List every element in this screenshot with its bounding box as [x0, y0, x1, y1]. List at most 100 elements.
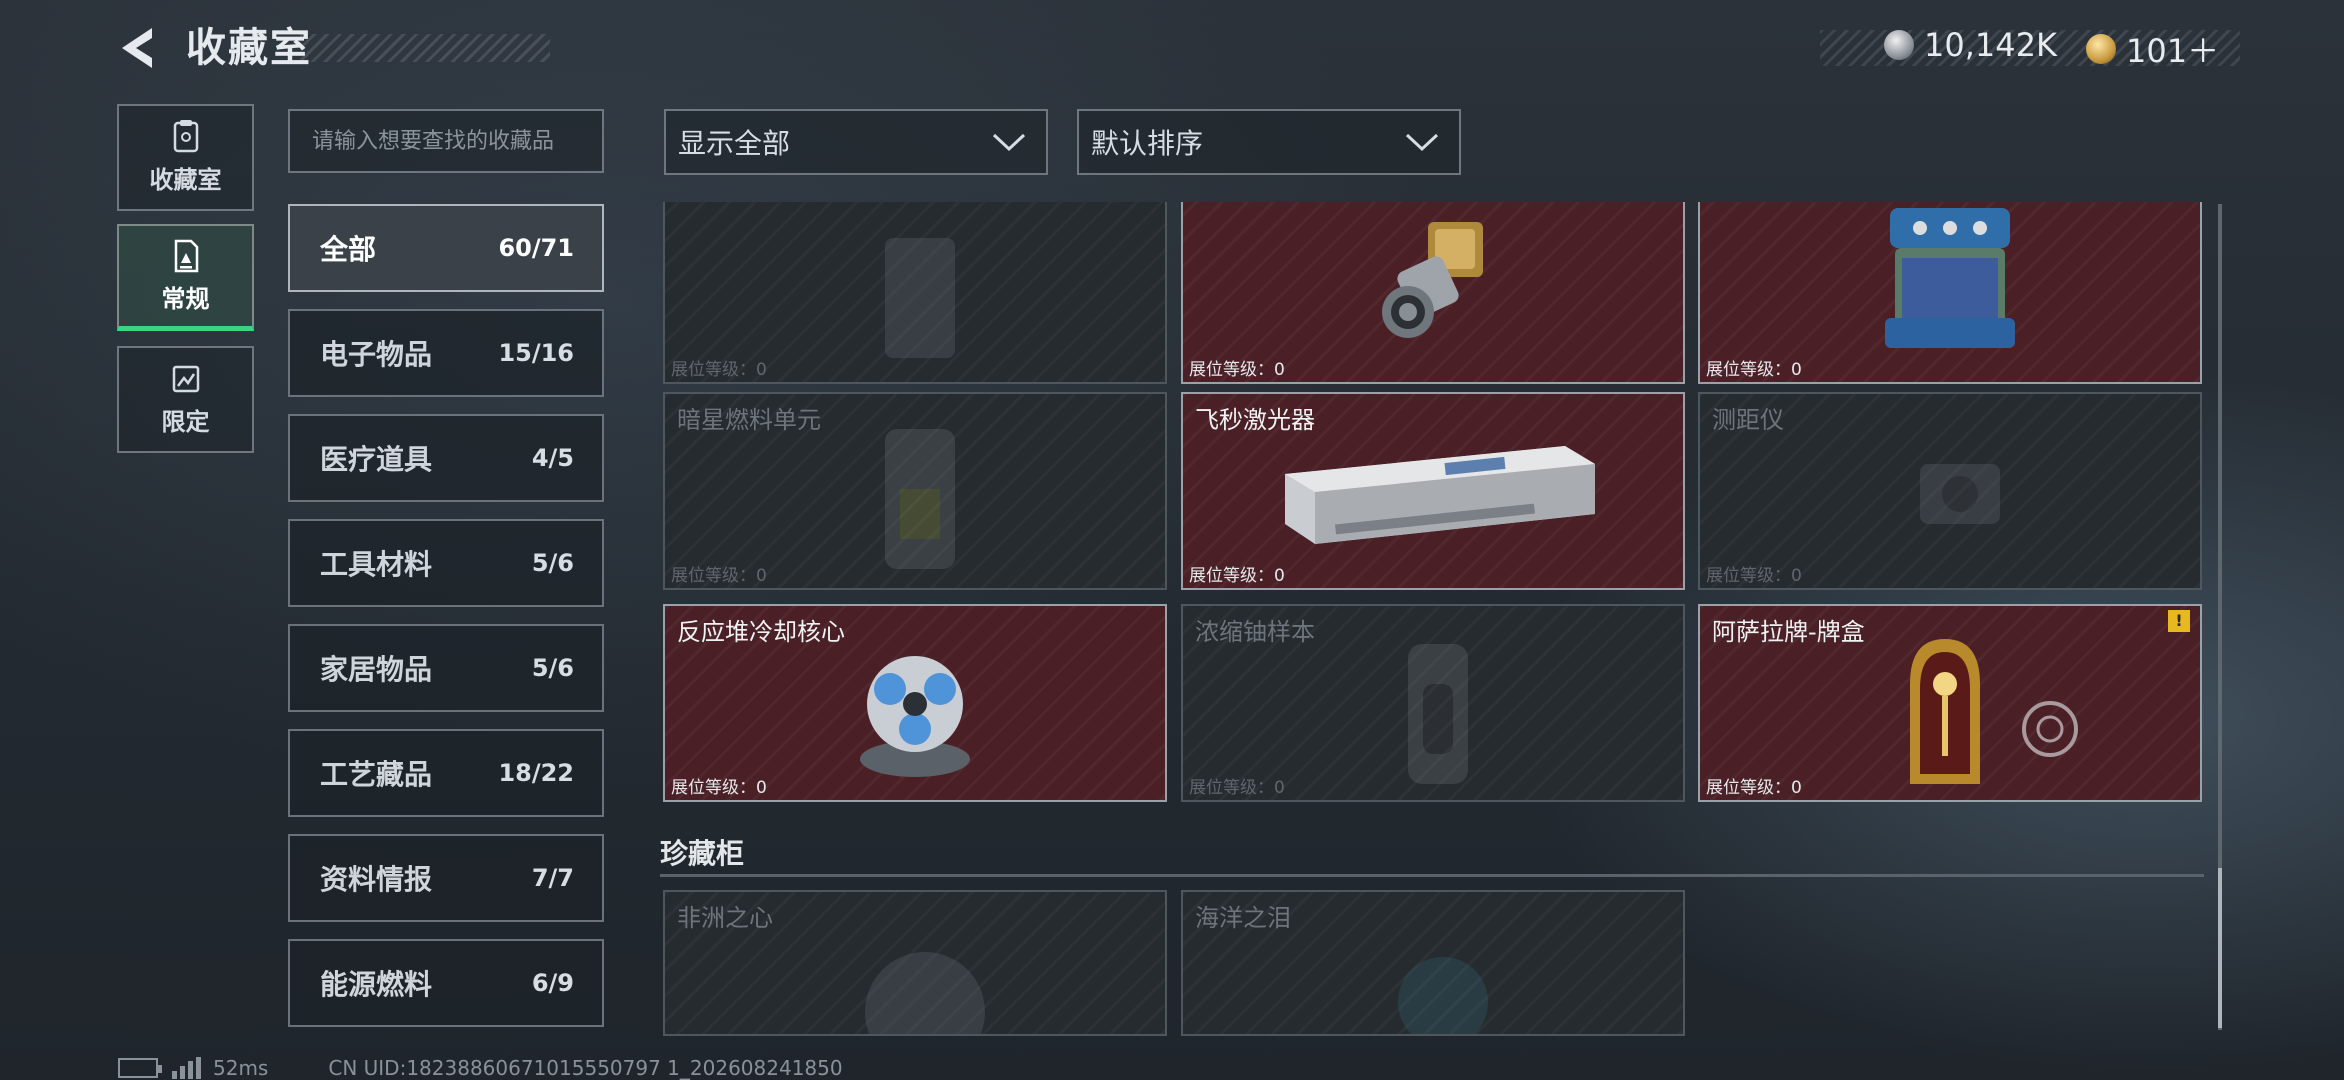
collection-card[interactable]: 展位等级：0	[663, 202, 1167, 384]
item-image	[1285, 446, 1595, 544]
display-level: 展位等级：0	[671, 566, 767, 586]
display-level: 展位等级：0	[1189, 778, 1285, 798]
category-name: 能源燃料	[320, 968, 433, 1001]
silver-currency: 10,142K	[1884, 26, 2057, 64]
side-tab-collection-room[interactable]: 收藏室	[117, 104, 254, 211]
display-level: 展位等级：0	[671, 360, 767, 380]
title-decoration	[300, 34, 550, 62]
item-name: 海洋之泪	[1195, 904, 1291, 932]
category-count: 5/6	[531, 654, 574, 682]
signal-icon	[172, 1057, 201, 1079]
category-count: 4/5	[531, 444, 574, 472]
display-filter-value: 显示全部	[678, 127, 791, 160]
category-crafts[interactable]: 工艺藏品 18/22	[288, 729, 604, 817]
collection-card[interactable]: 测距仪 展位等级：0	[1698, 392, 2202, 590]
chevron-down-icon	[992, 133, 1026, 152]
category-name: 家居物品	[320, 653, 433, 686]
section-title: 珍藏柜	[660, 837, 745, 870]
battery-icon	[118, 1058, 162, 1078]
page-title: 收藏室	[186, 25, 312, 71]
item-image	[1885, 208, 2015, 348]
regular-icon	[174, 239, 198, 272]
collection-card[interactable]: 飞秒激光器 展位等级：0	[1181, 392, 1685, 590]
alert-badge: !	[2168, 610, 2190, 632]
category-count: 6/9	[531, 969, 574, 997]
category-tools[interactable]: 工具材料 5/6	[288, 519, 604, 607]
category-all[interactable]: 全部 60/71	[288, 204, 604, 292]
sort-dropdown[interactable]: 默认排序	[1077, 109, 1461, 175]
gold-coin-icon	[2086, 34, 2116, 64]
item-image	[1382, 222, 1483, 338]
category-electronics[interactable]: 电子物品 15/16	[288, 309, 604, 397]
category-count: 60/71	[498, 234, 574, 262]
item-image	[865, 952, 985, 1034]
category-name: 工具材料	[320, 548, 433, 581]
item-image	[885, 238, 955, 358]
ping-value: 52ms	[213, 1056, 269, 1080]
collection-card[interactable]: 非洲之心	[663, 890, 1167, 1036]
category-fuel[interactable]: 能源燃料 6/9	[288, 939, 604, 1027]
collection-room-icon	[173, 120, 198, 153]
category-household[interactable]: 家居物品 5/6	[288, 624, 604, 712]
category-count: 15/16	[498, 339, 574, 367]
collection-card[interactable]: 阿萨拉牌-牌盒 ! 展位等级：0	[1698, 604, 2202, 802]
silver-currency-value: 10,142K	[1924, 26, 2057, 64]
section-divider	[660, 874, 2204, 877]
side-tab-label: 常规	[161, 284, 210, 313]
collection-card[interactable]: 反应堆冷却核心 展位等级：0	[663, 604, 1167, 802]
category-count: 7/7	[531, 864, 574, 892]
silver-coin-icon	[1884, 30, 1914, 60]
side-tab-regular[interactable]: 常规	[117, 224, 254, 331]
category-count: 5/6	[531, 549, 574, 577]
item-image	[1398, 957, 1488, 1034]
gold-currency[interactable]: 101＋	[2086, 26, 2219, 72]
scrollbar[interactable]	[2218, 204, 2222, 1030]
search-input[interactable]	[288, 109, 604, 173]
item-image	[1920, 464, 2000, 524]
item-name: 阿萨拉牌-牌盒	[1712, 618, 1865, 646]
sort-value: 默认排序	[1091, 127, 1204, 160]
category-name: 工艺藏品	[320, 758, 433, 791]
collection-card[interactable]: 展位等级：0	[1698, 202, 2202, 384]
item-name: 浓缩铀样本	[1195, 618, 1315, 646]
display-filter-dropdown[interactable]: 显示全部	[664, 109, 1048, 175]
item-image	[1408, 644, 1468, 784]
item-name: 测距仪	[1712, 406, 1784, 434]
category-name: 医疗道具	[320, 443, 433, 476]
back-arrow-icon	[122, 28, 152, 68]
item-image	[1910, 639, 2078, 784]
item-image	[860, 656, 970, 777]
category-name: 电子物品	[320, 338, 433, 371]
limited-icon	[172, 365, 199, 393]
item-name: 反应堆冷却核心	[677, 618, 845, 646]
item-name: 飞秒激光器	[1195, 406, 1315, 434]
display-level: 展位等级：0	[1189, 360, 1285, 380]
side-tab-label: 限定	[161, 408, 210, 436]
display-level: 展位等级：0	[671, 778, 767, 798]
back-button[interactable]	[112, 22, 164, 74]
display-level: 展位等级：0	[1706, 566, 1802, 586]
side-tab-limited[interactable]: 限定	[117, 346, 254, 453]
collection-card[interactable]: 暗星燃料单元 展位等级：0	[663, 392, 1167, 590]
collection-card[interactable]: 浓缩铀样本 展位等级：0	[1181, 604, 1685, 802]
side-tab-label: 收藏室	[149, 166, 222, 194]
display-level: 展位等级：0	[1706, 778, 1802, 798]
category-name: 资料情报	[320, 863, 433, 896]
chevron-down-icon	[1405, 133, 1439, 152]
category-count: 18/22	[498, 759, 574, 787]
collection-card[interactable]: 海洋之泪	[1181, 890, 1685, 1036]
gold-currency-value: 101＋	[2126, 32, 2220, 70]
category-intel[interactable]: 资料情报 7/7	[288, 834, 604, 922]
display-level: 展位等级：0	[1189, 566, 1285, 586]
item-image	[885, 429, 955, 569]
collection-card[interactable]: 展位等级：0	[1181, 202, 1685, 384]
status-footer: 52ms CN UID:18238860671015550797 1_20260…	[118, 1056, 843, 1080]
display-level: 展位等级：0	[1706, 360, 1802, 380]
item-name: 非洲之心	[677, 904, 773, 932]
collection-grid: 展位等级：0 展位等级：0 展位等级：0 暗星燃料单元 展位等级：0 飞秒激光器…	[660, 202, 2220, 1036]
item-name: 暗星燃料单元	[677, 406, 821, 434]
category-medical[interactable]: 医疗道具 4/5	[288, 414, 604, 502]
scrollbar-thumb[interactable]	[2218, 868, 2222, 1028]
category-name: 全部	[320, 233, 377, 266]
uid-text: CN UID:18238860671015550797 1_2026082418…	[328, 1056, 843, 1080]
